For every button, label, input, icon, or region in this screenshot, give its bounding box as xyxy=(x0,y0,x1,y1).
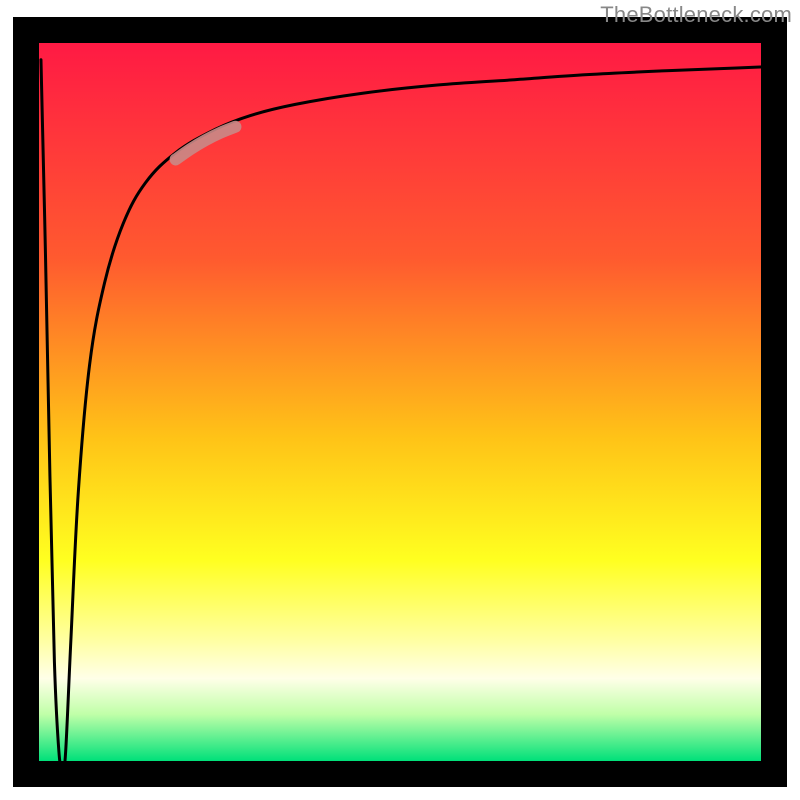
attribution-text: TheBottleneck.com xyxy=(600,2,792,28)
bottleneck-chart xyxy=(0,0,800,800)
gradient-background xyxy=(39,43,761,761)
chart-container: TheBottleneck.com xyxy=(0,0,800,800)
